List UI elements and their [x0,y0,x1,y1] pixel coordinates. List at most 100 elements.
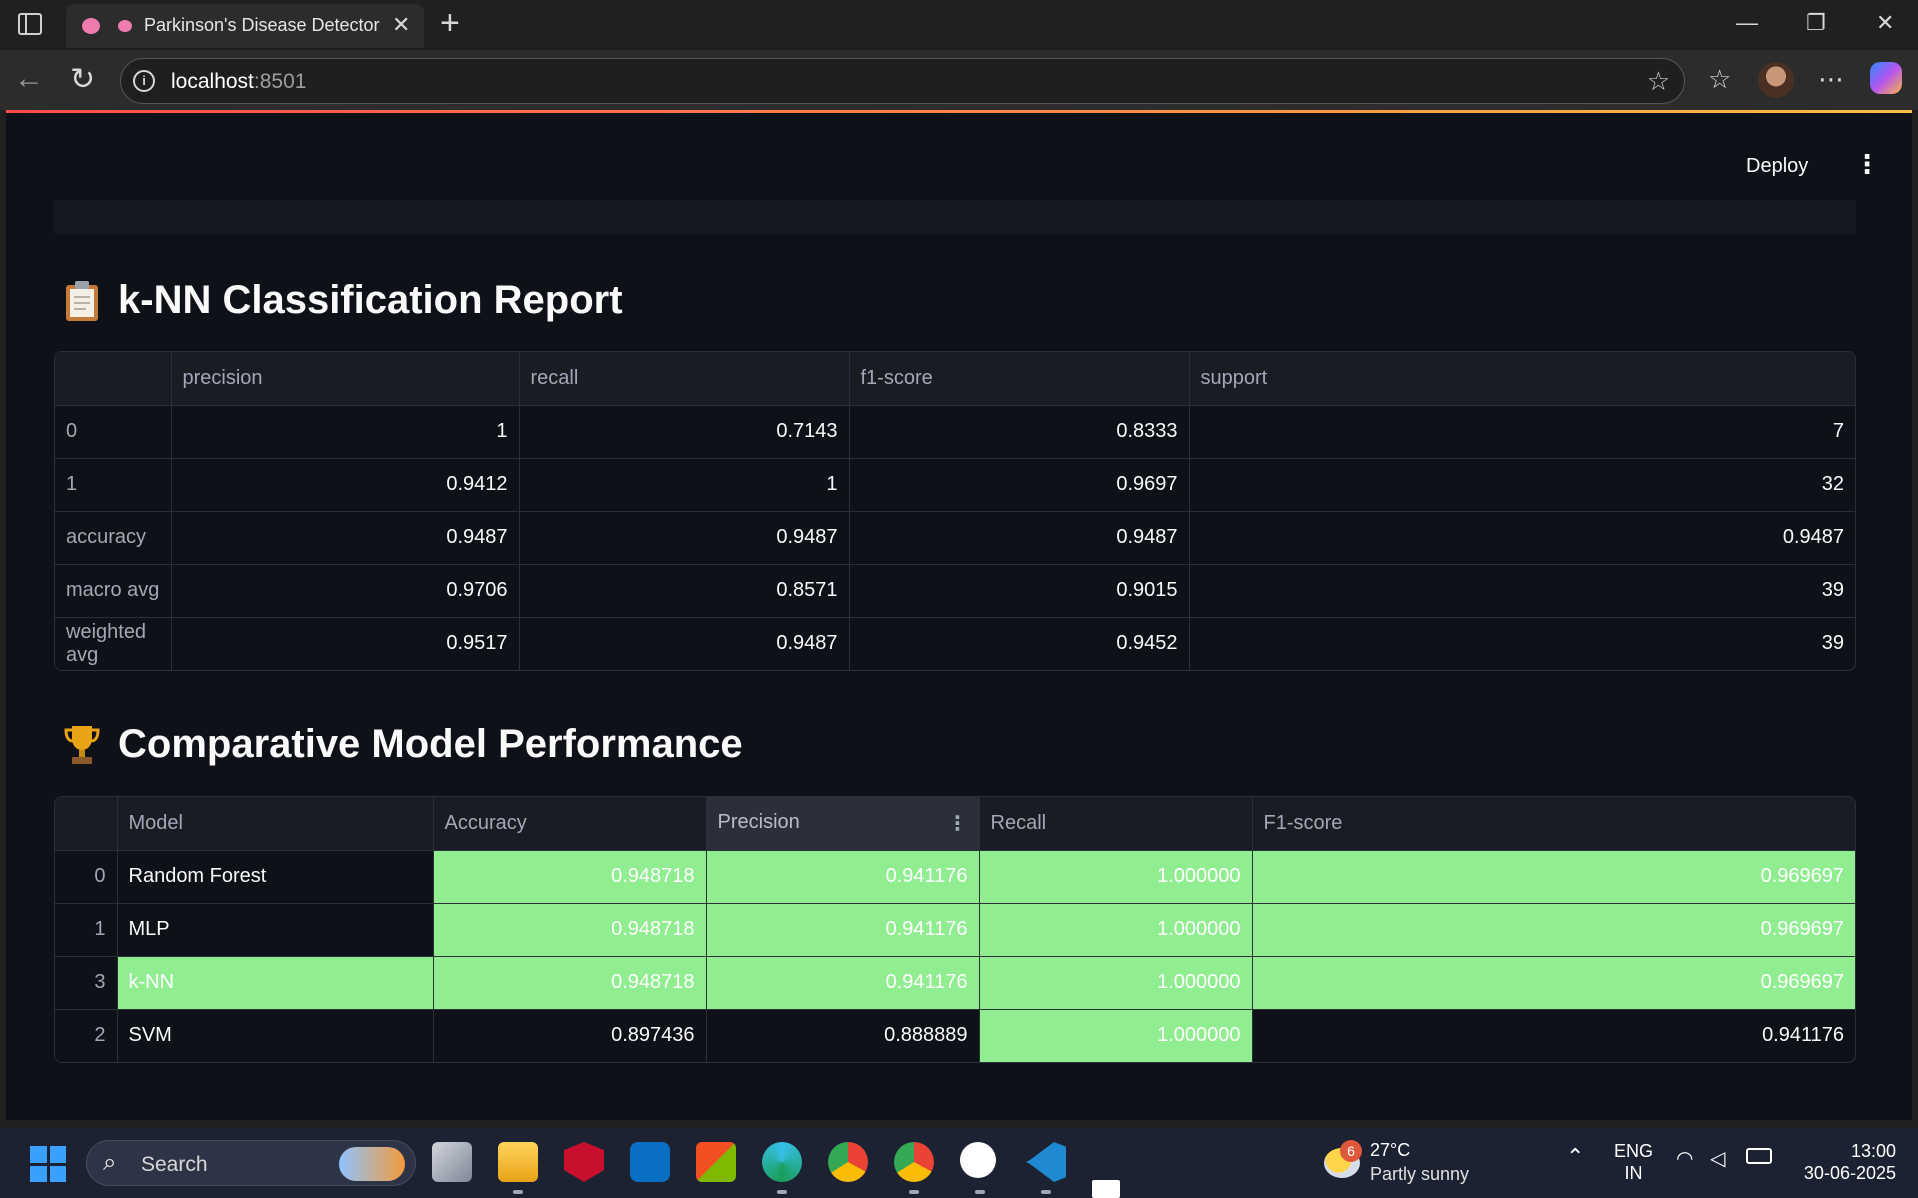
table-cell[interactable]: 39 [1188,563,1855,618]
column-header[interactable]: support [1188,352,1855,406]
table-cell[interactable]: 0.8571 [518,563,850,618]
precision-cell[interactable]: 0.941176 [705,902,980,957]
recall-cell[interactable]: 1.000000 [978,849,1253,904]
column-menu-icon[interactable]: ⋮ [948,811,968,836]
model-cell[interactable]: k-NN [116,955,434,1010]
precision-cell[interactable]: 0.941176 [705,955,980,1010]
accuracy-cell[interactable]: 0.897436 [432,1008,707,1062]
new-tab-button[interactable]: + [440,4,460,43]
column-header-precision[interactable]: Precision ⋮ [705,797,980,851]
table-cell[interactable]: 7 [1188,404,1855,459]
close-window-icon[interactable]: ✕ [1876,10,1894,36]
table-cell[interactable]: 0.9487 [170,510,520,565]
table-cell[interactable]: 32 [1188,457,1855,512]
f1-cell[interactable]: 0.969697 [1251,955,1855,1010]
clock[interactable]: 13:00 30-06-2025 [1796,1140,1896,1184]
task-view-icon[interactable] [432,1142,472,1182]
column-header[interactable]: Recall [978,797,1253,851]
chatgpt-icon[interactable] [960,1142,996,1178]
table-cell[interactable]: 0.7143 [518,404,850,459]
table-cell[interactable]: 0.9706 [170,563,520,618]
running-indicator [975,1190,985,1194]
column-header[interactable]: Model [116,797,434,851]
taskbar-search[interactable]: ⌕ Search [86,1140,416,1186]
restore-icon[interactable]: ❐ [1806,10,1826,36]
accuracy-cell[interactable]: 0.948718 [432,955,707,1010]
model-cell[interactable]: MLP [116,902,434,957]
language-indicator[interactable]: ENG IN [1614,1140,1653,1184]
search-icon: ⌕ [103,1149,117,1176]
column-header[interactable]: recall [518,352,850,406]
accuracy-cell[interactable]: 0.948718 [432,849,707,904]
row-label: 0 [55,404,172,459]
windows-start-icon[interactable] [30,1146,66,1182]
precision-cell[interactable]: 0.888889 [705,1008,980,1062]
table-cell[interactable]: 0.9412 [170,457,520,512]
mcafee-icon[interactable] [564,1142,604,1182]
vscode-icon[interactable] [1026,1142,1066,1182]
table-cell[interactable]: 0.9487 [518,510,850,565]
table-row: 0 Random Forest 0.948718 0.941176 1.0000… [55,849,1855,904]
report-title: k-NN Classification Report [118,278,623,322]
table-cell[interactable]: 0.9015 [848,563,1190,618]
model-cell[interactable]: SVM [116,1008,434,1062]
refresh-icon[interactable]: ↻ [70,62,95,97]
show-hidden-icons-icon[interactable]: ⌃ [1566,1146,1584,1168]
recall-cell[interactable]: 1.000000 [978,1008,1253,1062]
column-header[interactable]: Accuracy [432,797,707,851]
site-info-icon[interactable]: i [133,70,155,92]
precision-cell[interactable]: 0.941176 [705,849,980,904]
table-cell[interactable]: 0.8333 [848,404,1190,459]
f1-cell[interactable]: 0.941176 [1251,1008,1855,1062]
table-cell[interactable]: 1 [170,404,520,459]
classification-report-table[interactable]: precision recall f1-score support 0 1 0.… [54,351,1856,671]
back-icon[interactable]: ← [14,62,44,96]
battery-icon[interactable] [1746,1148,1772,1164]
dell-icon[interactable] [630,1142,670,1182]
main-menu-icon[interactable]: ⋮ [1854,149,1880,180]
recall-cell[interactable]: 1.000000 [978,902,1253,957]
table-cell[interactable]: 39 [1188,616,1855,670]
column-header[interactable]: f1-score [848,352,1190,406]
browser-tab[interactable]: Parkinson's Disease Detector ✕ [66,4,424,48]
wifi-icon[interactable]: ◠ [1676,1148,1693,1170]
address-bar[interactable]: i localhost:8501 ☆ [120,58,1685,104]
chrome-icon[interactable] [828,1142,868,1182]
table-cell[interactable]: 0.9452 [848,616,1190,670]
profile-avatar[interactable] [1758,62,1794,98]
app-icon[interactable] [1092,1180,1120,1198]
f1-cell[interactable]: 0.969697 [1251,902,1855,957]
table-cell[interactable]: 0.9697 [848,457,1190,512]
minimize-icon[interactable]: — [1736,10,1758,36]
column-header[interactable]: precision [170,352,520,406]
favorites-icon[interactable]: ☆ [1708,64,1731,95]
column-header[interactable]: F1-score [1251,797,1855,851]
file-explorer-icon[interactable] [498,1142,538,1182]
microsoft-store-icon[interactable] [696,1142,736,1182]
edge-icon[interactable] [762,1142,802,1182]
clipboard-icon [66,280,98,321]
model-cell[interactable]: Random Forest [116,849,434,904]
table-cell[interactable]: 0.9517 [170,616,520,670]
table-row: weighted avg 0.9517 0.9487 0.9452 39 [55,616,1855,670]
f1-cell[interactable]: 0.969697 [1251,849,1855,904]
accuracy-cell[interactable]: 0.948718 [432,902,707,957]
table-cell[interactable]: 0.9487 [518,616,850,670]
deploy-button[interactable]: Deploy [1746,155,1808,178]
comparison-title: Comparative Model Performance [118,722,743,766]
table-cell[interactable]: 1 [518,457,850,512]
recall-cell[interactable]: 1.000000 [978,955,1253,1010]
favorite-star-icon[interactable]: ☆ [1647,66,1670,97]
column-header [55,352,172,406]
row-index: 3 [55,955,118,1010]
tab-actions-icon[interactable] [18,13,42,35]
row-label: weighted avg [55,616,172,670]
volume-icon[interactable]: ◁ [1710,1148,1725,1170]
copilot-icon[interactable] [1870,62,1902,94]
close-tab-icon[interactable]: ✕ [392,12,410,38]
more-options-icon[interactable]: ⋯ [1818,64,1844,95]
chrome-profile-icon[interactable] [894,1142,934,1182]
model-comparison-table[interactable]: Model Accuracy Precision ⋮ Recall F1-scor… [54,796,1856,1063]
table-cell[interactable]: 0.9487 [848,510,1190,565]
table-cell[interactable]: 0.9487 [1188,510,1855,565]
